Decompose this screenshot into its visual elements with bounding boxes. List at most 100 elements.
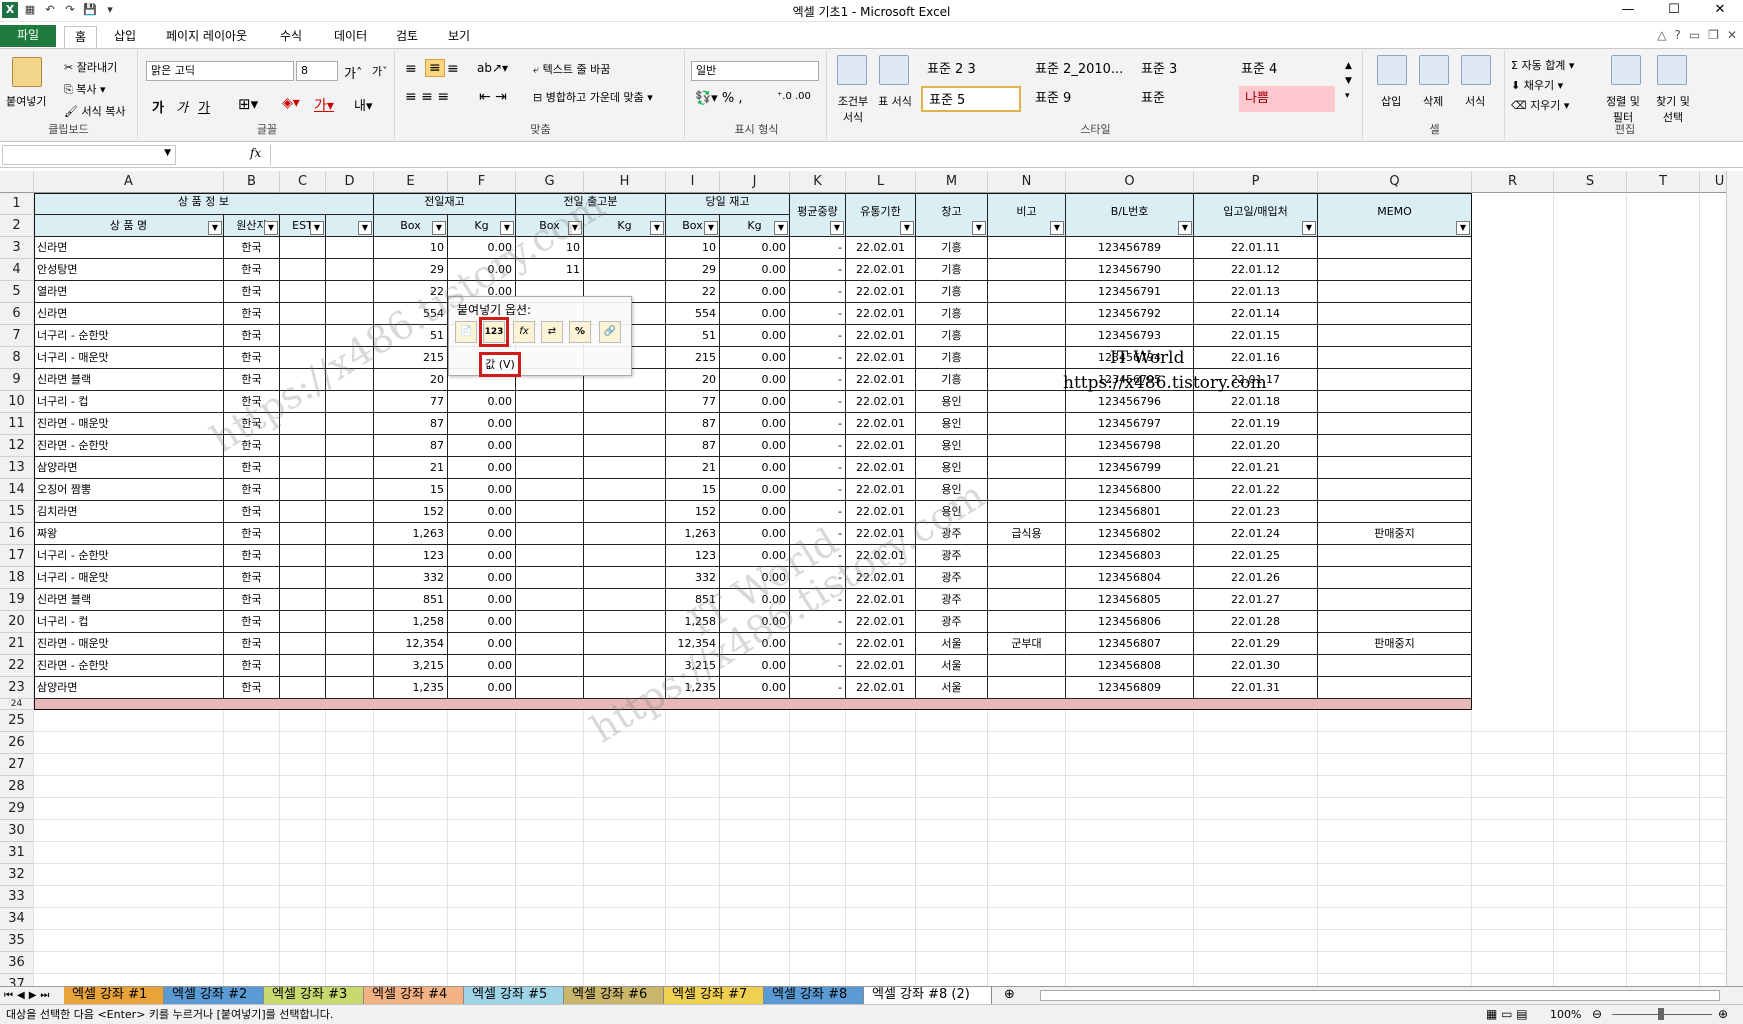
sheet-tab[interactable]: 엑셀 강좌 #5 [464,987,564,1004]
column-header[interactable]: L [846,171,916,193]
column-header[interactable]: B [224,171,280,193]
view-mode-icons[interactable]: ▦ ▭ ▤ [1486,1005,1528,1024]
row-header[interactable]: 15 [0,501,34,523]
paste-link-icon[interactable]: 🔗 [599,321,621,343]
style-cell-4[interactable]: 표준 4 [1235,57,1335,83]
tab-review[interactable]: 검토 [386,26,428,48]
indent-icon[interactable]: ⇤ ⇥ [479,89,507,105]
horizontal-scrollbar[interactable] [1040,990,1720,1001]
row-header[interactable]: 5 [0,281,34,303]
column-header[interactable]: H [584,171,666,193]
filter-dropdown-icon[interactable]: ▼ [1050,221,1064,235]
zoom-level[interactable]: 100% [1550,1005,1581,1024]
column-header[interactable]: O [1066,171,1194,193]
paste-values-icon[interactable]: 123 [479,317,509,347]
style-cell-1[interactable]: 표준 2 3 [921,57,1021,83]
row-header[interactable]: 17 [0,545,34,567]
phonetic-icon[interactable]: 내▾ [354,95,373,114]
filter-dropdown-icon[interactable]: ▼ [310,221,324,235]
row-header[interactable]: 11 [0,413,34,435]
row-header[interactable]: 10 [0,391,34,413]
row-header[interactable]: 22 [0,655,34,677]
column-header[interactable]: F [448,171,516,193]
tab-home[interactable]: 홈 [64,26,98,48]
maximize-button[interactable]: ☐ [1651,0,1697,22]
font-name-combo[interactable]: 맑은 고딕 [146,61,294,81]
column-header[interactable]: S [1554,171,1627,193]
column-header[interactable]: D [326,171,374,193]
name-box[interactable]: ▼ [2,145,176,165]
row-header[interactable]: 23 [0,677,34,699]
tab-formulas[interactable]: 수식 [270,26,312,48]
row-header[interactable]: 36 [0,952,34,974]
insert-cells-button[interactable]: 삽입 [1381,93,1401,109]
fx-icon[interactable]: fx [250,146,261,160]
row-header[interactable]: 35 [0,930,34,952]
zoom-in-icon[interactable]: ⊕ [1718,1005,1728,1024]
sheet-tab[interactable]: 엑셀 강좌 #4 [364,987,464,1004]
doc-minimize-icon[interactable]: ▭ [1689,28,1700,42]
font-grow-icon[interactable]: 가ˆ [344,63,362,82]
column-header[interactable]: R [1472,171,1554,193]
style-cell-2[interactable]: 표준 2_2010... [1029,57,1137,83]
formula-input[interactable] [270,145,1737,165]
fill-button[interactable]: ⬇ 채우기 ▾ [1511,77,1563,93]
row-header[interactable]: 2 [0,215,34,237]
row-header[interactable]: 7 [0,325,34,347]
filter-dropdown-icon[interactable]: ▼ [830,221,844,235]
row-header[interactable]: 16 [0,523,34,545]
row-header[interactable]: 1 [0,193,34,215]
fill-color-icon[interactable]: ◈▾ [282,95,300,111]
border-icon[interactable]: ⊞▾ [238,95,258,113]
row-header[interactable]: 19 [0,589,34,611]
column-header[interactable]: E [374,171,448,193]
sheet-tab[interactable]: 엑셀 강좌 #8 (2) [864,987,992,1004]
collapse-ribbon-icon[interactable]: △ [1657,28,1666,42]
sort-filter-icon[interactable] [1611,55,1641,85]
decimal-icon[interactable]: ⁺.0 .00 [777,91,811,102]
doc-restore-icon[interactable]: ❐ [1708,28,1719,42]
font-shrink-icon[interactable]: 가ˇ [372,63,388,79]
column-header[interactable]: T [1627,171,1700,193]
filter-dropdown-icon[interactable]: ▼ [208,221,222,235]
number-format-combo[interactable]: 일반 [691,61,819,81]
vertical-scrollbar[interactable] [1726,171,1743,986]
filter-dropdown-icon[interactable]: ▼ [1456,221,1470,235]
help-icon[interactable]: ? [1674,28,1680,42]
align-top-icon[interactable]: ≡ [405,61,417,77]
filter-dropdown-icon[interactable]: ▼ [1178,221,1192,235]
filter-dropdown-icon[interactable]: ▼ [650,221,664,235]
tab-insert[interactable]: 삽입 [104,26,146,48]
column-header[interactable]: A [34,171,224,193]
row-header[interactable]: 33 [0,886,34,908]
row-header[interactable]: 32 [0,864,34,886]
find-select-icon[interactable] [1657,55,1687,85]
row-header[interactable]: 12 [0,435,34,457]
column-header[interactable]: K [790,171,846,193]
align-bottom-icon[interactable]: ≡ [447,61,459,77]
zoom-slider-thumb[interactable] [1658,1008,1664,1020]
row-header[interactable]: 18 [0,567,34,589]
filter-dropdown-icon[interactable]: ▼ [358,221,372,235]
worksheet-grid[interactable]: A B C D E F G H I J K L M N O P Q R S T U 1 2 3 4 5 6 7 8 9 10 11 12 13 14… [0,171,1743,986]
style-scroll-icon[interactable]: ▲ ▼ ▾ [1345,59,1352,104]
sheet-tab[interactable]: 엑셀 강좌 #7 [664,987,764,1004]
row-header[interactable]: 3 [0,237,34,259]
row-header[interactable]: 27 [0,754,34,776]
filter-dropdown-icon[interactable]: ▼ [500,221,514,235]
row-header[interactable]: 6 [0,303,34,325]
row-header[interactable]: 4 [0,259,34,281]
doc-close-icon[interactable]: ✕ [1727,28,1737,42]
paste-transpose-icon[interactable]: ⇄ [541,321,563,343]
row-header[interactable]: 37 [0,974,34,986]
row-header[interactable]: 28 [0,776,34,798]
style-cell-3[interactable]: 표준 3 [1135,57,1235,83]
font-size-combo[interactable]: 8 [296,61,338,81]
column-header[interactable]: Q [1318,171,1472,193]
row-header[interactable]: 34 [0,908,34,930]
filter-dropdown-icon[interactable]: ▼ [704,221,718,235]
style-cell-6[interactable]: 표준 9 [1029,86,1129,112]
filter-dropdown-icon[interactable]: ▼ [972,221,986,235]
tab-page-layout[interactable]: 페이지 레이아웃 [156,26,257,48]
font-color-icon[interactable]: 가▾ [314,95,334,115]
